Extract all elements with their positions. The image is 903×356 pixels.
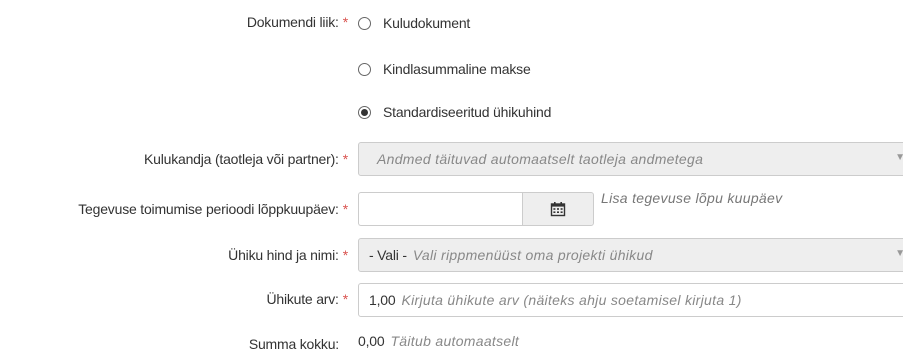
required-marker: * [342,247,348,263]
dropdown-caret-icon[interactable]: ▼ [895,248,903,259]
total-value: 0,00 [358,333,385,349]
required-marker: * [342,201,348,217]
cost-bearer-label-text: Kulukandja (taotleja või partner): [143,151,339,167]
radio-button[interactable] [358,16,371,30]
end-date-input[interactable] [358,192,522,226]
radio-option-kindlasummaline[interactable]: Kindlasummaline makse [358,59,531,79]
unit-count-input[interactable]: 1,00 Kirjuta ühikute arv (näiteks ahju s… [358,283,903,317]
radio-label[interactable]: Kindlasummaline makse [383,61,531,77]
total-value-row: 0,00 Täitub automaatselt [358,333,519,349]
document-type-label-text: Dokumendi liik: [246,14,339,30]
radio-button-selected[interactable] [358,105,371,119]
unit-count-label: Ühikute arv: * [266,291,348,307]
radio-option-kuludokument[interactable]: Kuludokument [358,13,470,33]
total-label: Summa kokku: [249,336,348,352]
document-type-label: Dokumendi liik: * [247,14,348,30]
calendar-icon [550,202,566,217]
total-label-text: Summa kokku: [248,336,339,352]
end-date-hint: Lisa tegevuse lõpu kuupäev [601,190,783,206]
cost-bearer-placeholder: Andmed täituvad automaatselt taotleja an… [377,151,704,167]
unit-count-hint: Kirjuta ühikute arv (näiteks ahju soetam… [401,292,742,308]
unit-price-value: - Vali - [369,247,407,263]
unit-price-label-text: Ühiku hind ja nimi: [228,247,339,263]
end-date-label: Tegevuse toimumise perioodi lõppkuupäev:… [78,201,348,217]
unit-count-label-text: Ühikute arv: [266,291,339,307]
dropdown-caret-icon[interactable]: ▼ [895,152,903,163]
required-marker: * [342,291,348,307]
unit-price-select[interactable]: - Vali - Vali rippmenüüst oma projekti ü… [358,238,903,272]
unit-count-value[interactable]: 1,00 [369,292,396,308]
unit-price-label: Ühiku hind ja nimi: * [228,247,348,263]
required-marker: * [342,14,348,30]
cost-bearer-label: Kulukandja (taotleja või partner): * [144,151,348,167]
radio-label[interactable]: Standardiseeritud ühikuhind [383,104,551,120]
calendar-button[interactable] [522,192,594,226]
radio-label[interactable]: Kuludokument [383,15,470,31]
cost-bearer-select[interactable]: Andmed täituvad automaatselt taotleja an… [358,142,903,176]
required-marker: * [342,151,348,167]
radio-option-standardiseeritud[interactable]: Standardiseeritud ühikuhind [358,102,551,122]
end-date-label-text: Tegevuse toimumise perioodi lõppkuupäev: [78,201,339,217]
unit-price-hint: Vali rippmenüüst oma projekti ühikud [412,247,653,263]
total-hint: Täitub automaatselt [390,333,520,349]
radio-button[interactable] [358,62,371,76]
